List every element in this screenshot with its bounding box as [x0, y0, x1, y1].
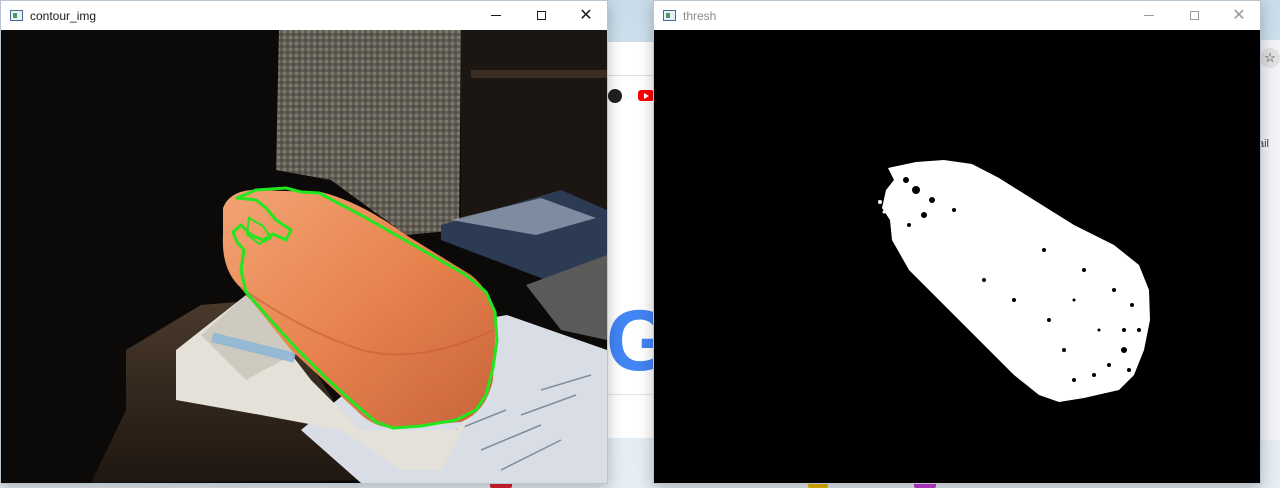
window-title: thresh: [683, 9, 717, 23]
browser-right-edge: ☆ ail: [1258, 40, 1280, 440]
title-bar[interactable]: contour_img ✕: [1, 1, 607, 30]
maximize-button[interactable]: [518, 1, 564, 30]
thresh-mask: [654, 30, 1260, 483]
youtube-icon[interactable]: [638, 90, 654, 101]
title-bar[interactable]: thresh ✕: [654, 1, 1260, 30]
minimize-button[interactable]: [1126, 1, 1172, 30]
close-button[interactable]: ✕: [563, 1, 609, 30]
close-icon: ✕: [579, 6, 593, 24]
window-title: contour_img: [30, 9, 97, 23]
maximize-icon: [536, 11, 546, 20]
globe-icon[interactable]: [608, 89, 622, 103]
contour-img-window[interactable]: contour_img ✕: [0, 0, 608, 484]
thresh-image-canvas: [654, 30, 1260, 483]
maximize-icon: [1189, 11, 1199, 20]
opencv-window-icon: [10, 10, 23, 21]
close-button[interactable]: ✕: [1216, 1, 1262, 30]
minimize-icon: [1144, 15, 1154, 16]
star-icon[interactable]: ☆: [1260, 48, 1280, 68]
minimize-button[interactable]: [473, 1, 519, 30]
contour-image-canvas: [1, 30, 607, 483]
opencv-window-icon: [663, 10, 676, 21]
minimize-icon: [491, 15, 501, 16]
contour-scene: [1, 30, 607, 483]
maximize-button[interactable]: [1171, 1, 1217, 30]
close-icon: ✕: [1232, 6, 1246, 24]
thresh-window[interactable]: thresh ✕: [653, 0, 1261, 484]
